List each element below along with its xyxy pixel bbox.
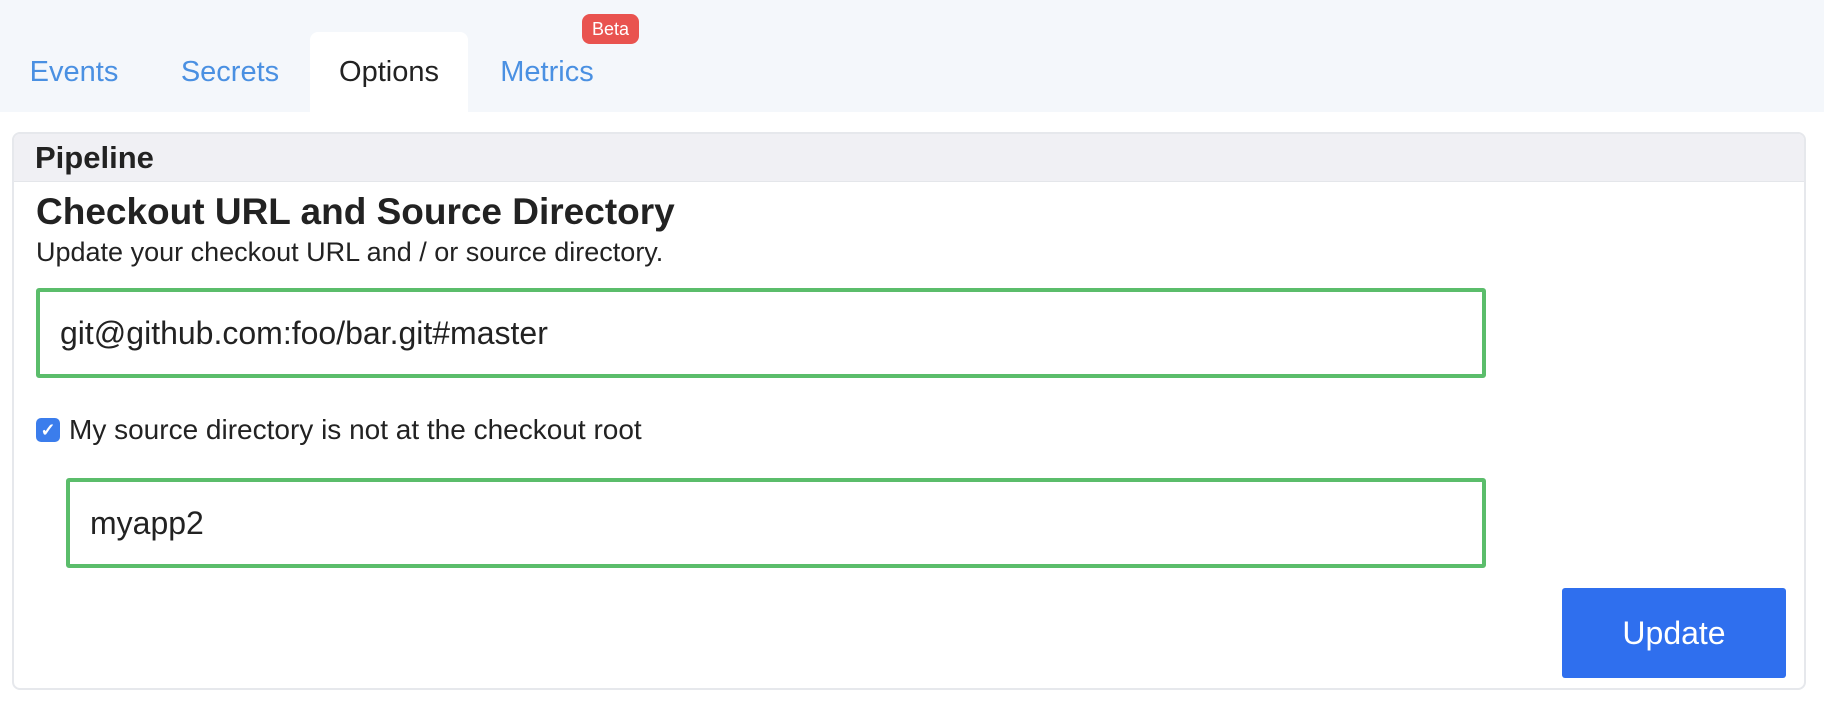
checkout-url-input[interactable] (36, 288, 1486, 378)
update-button[interactable]: Update (1562, 588, 1786, 678)
tab-metrics[interactable]: Metrics (488, 32, 606, 112)
checkmark-icon: ✓ (40, 419, 56, 440)
source-directory-input[interactable] (66, 478, 1486, 568)
card-title: Pipeline (35, 140, 154, 175)
section-description: Update your checkout URL and / or source… (36, 237, 664, 267)
tabs-bar: Events Secrets Options Metrics Beta (0, 0, 1824, 112)
tab-options[interactable]: Options (310, 32, 468, 112)
beta-badge: Beta (582, 14, 640, 44)
source-dir-checkbox-row[interactable]: ✓ My source directory is not at the chec… (36, 412, 642, 448)
card-header: Pipeline (14, 134, 1804, 182)
tab-events[interactable]: Events (18, 32, 130, 112)
pipeline-card: Pipeline Checkout URL and Source Directo… (12, 132, 1806, 690)
tab-secrets[interactable]: Secrets (170, 32, 290, 112)
section-title: Checkout URL and Source Directory (36, 191, 675, 232)
source-dir-checkbox-label[interactable]: My source directory is not at the checko… (69, 414, 642, 446)
source-dir-checkbox[interactable]: ✓ (36, 418, 60, 442)
